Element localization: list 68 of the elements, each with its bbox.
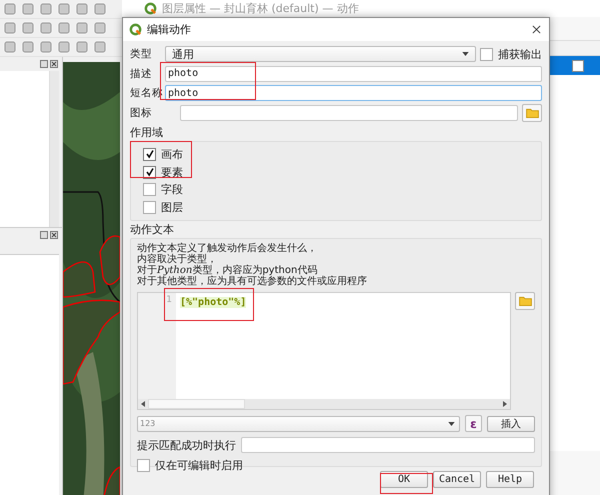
toolbar-tool-icon[interactable] (21, 2, 35, 16)
highlight-frame (130, 141, 192, 178)
checkbox-label: 捕获输出 (498, 46, 542, 62)
toolbar-tool-icon[interactable] (57, 2, 71, 16)
toolbar-tool-icon[interactable] (39, 2, 53, 16)
close-icon[interactable] (532, 25, 541, 34)
field-label: 图标 (130, 106, 153, 120)
checkbox[interactable] (572, 60, 584, 72)
q-logo-icon (129, 23, 142, 36)
folder-icon (518, 296, 532, 306)
toolbar-tool-icon[interactable] (75, 40, 89, 54)
dialog-title: 编辑动作 (147, 22, 191, 37)
expression-button[interactable]: ε (465, 415, 482, 432)
highlight-frame (380, 473, 433, 494)
float-icon[interactable] (40, 231, 48, 239)
browse-button[interactable] (515, 292, 535, 310)
toolbar-tool-icon[interactable] (93, 40, 107, 54)
group-title: 作用域 (130, 127, 164, 139)
checkbox[interactable] (143, 166, 156, 179)
help-text: 动作文本定义了触发动作后会发生什么， 内容取决于类型， 对于Python类型，内容应为python代码 对于其他类型，应为具有可选参数的文件或应用程序 (137, 243, 368, 287)
field-label: 类型 (130, 47, 153, 61)
dialog-button[interactable]: Cancel (433, 471, 481, 488)
checkbox[interactable] (143, 201, 156, 214)
checkbox-label: 画布 (161, 146, 183, 162)
window-title: 图层属性 — 封山育林 (default) — 动作 (162, 1, 359, 16)
dialog-button[interactable]: Help (486, 471, 534, 488)
field-label: 描述 (130, 66, 153, 80)
toolbar-tool-icon[interactable] (3, 21, 17, 35)
checkbox-label: 仅在可编辑时启用 (155, 458, 243, 473)
expression-input[interactable]: 123 (140, 418, 448, 430)
insert-button[interactable]: 插入 (487, 416, 535, 432)
toolbar-tool-icon[interactable] (57, 21, 71, 35)
checkbox-label: 图层 (161, 200, 183, 216)
scroll-left-icon[interactable] (141, 401, 145, 407)
scroll-right-icon[interactable] (503, 401, 507, 407)
checkbox[interactable] (480, 48, 493, 60)
toolbar-tool-icon[interactable] (21, 21, 35, 35)
line-number: 1 (166, 295, 172, 306)
toolbar-tool-icon[interactable] (21, 40, 35, 54)
caret-icon (462, 52, 469, 56)
caret-icon (448, 422, 455, 426)
type-dropdown[interactable]: 通用 (165, 46, 476, 62)
toolbar-tool-icon[interactable] (3, 2, 17, 16)
expression-dropdown[interactable]: 123 (137, 416, 460, 432)
toolbar-tool-icon[interactable] (75, 2, 89, 16)
folder-icon (526, 108, 538, 118)
toolbar-tool-icon[interactable] (93, 21, 107, 35)
float-icon[interactable] (40, 60, 48, 68)
description-field[interactable]: photo (165, 66, 542, 82)
checkbox-label: 要素 (161, 164, 183, 180)
checkbox[interactable] (143, 183, 156, 196)
close-icon[interactable] (50, 231, 58, 239)
q-logo-icon (144, 2, 157, 15)
group-title: 动作文本 (130, 224, 175, 236)
close-icon[interactable] (50, 60, 58, 68)
checkbox[interactable] (143, 148, 156, 161)
toolbar-tool-icon[interactable] (57, 40, 71, 54)
field-label: 提示匹配成功时执行 (137, 438, 236, 452)
toolbar-tool-icon[interactable] (3, 40, 17, 54)
checkbox[interactable] (137, 459, 150, 472)
toolbar-tool-icon[interactable] (75, 21, 89, 35)
toolbar-tool-icon[interactable] (39, 21, 53, 35)
short-name-field[interactable]: photo (165, 85, 542, 101)
browse-button[interactable] (522, 104, 542, 122)
checkbox-label: 字段 (161, 182, 183, 198)
toolbar-tool-icon[interactable] (93, 2, 107, 16)
dialog-button[interactable]: OK (380, 471, 428, 488)
toolbar-tool-icon[interactable] (39, 40, 53, 54)
